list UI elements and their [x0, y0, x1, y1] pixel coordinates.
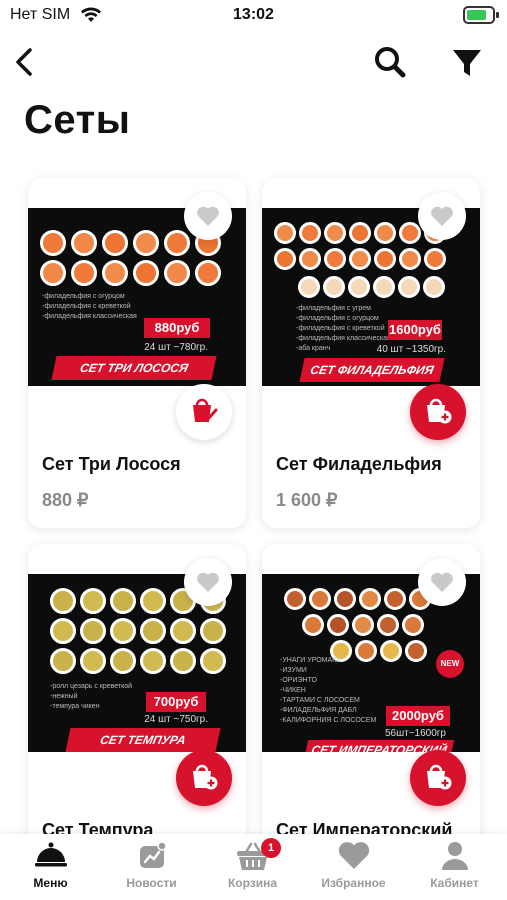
battery-level	[467, 10, 487, 20]
image-quantity-label: 24 шт ~750гр.	[144, 714, 208, 725]
new-badge: NEW	[436, 650, 464, 678]
product-description-line: -филадельфия с креветкой	[296, 325, 385, 332]
tab-cart[interactable]: 1 Корзина	[202, 838, 303, 896]
add-to-cart-icon	[427, 398, 452, 424]
tab-label: Корзина	[227, 876, 278, 890]
product-description-line: -ТАРТАМИ С ЛОСОСЕМ	[280, 697, 360, 704]
cart-added-icon	[193, 398, 218, 422]
heart-icon	[431, 572, 453, 592]
news-icon	[139, 841, 167, 868]
product-description-line: -нежный	[50, 693, 78, 700]
product-card[interactable]: -филадельфия с угрем -филадельфия с огур…	[262, 178, 480, 528]
tab-menu[interactable]: Меню	[0, 840, 101, 896]
favorite-button[interactable]	[418, 192, 466, 240]
product-description-line: -филадельфия с огурцом	[42, 293, 125, 300]
image-price-tag: 2000руб	[386, 706, 450, 726]
product-description-line: -филадельфия с креветкой	[42, 303, 131, 310]
product-card[interactable]: -филадельфия с огурцом -филадельфия с кр…	[28, 178, 246, 528]
status-time: 13:02	[233, 6, 274, 23]
sushi-photo	[284, 588, 431, 610]
cloche-icon	[34, 842, 67, 867]
product-price: 880 ₽	[42, 490, 89, 510]
product-description-line: -филадельфия классическая	[42, 313, 137, 320]
product-description-line: -темпура чикен	[50, 703, 100, 710]
image-banner: СЕТ ТЕМПУРА	[65, 728, 221, 752]
battery-icon	[463, 6, 499, 24]
image-price-tag: 880руб	[144, 318, 210, 338]
heart-icon	[197, 206, 219, 226]
tab-label: Новости	[126, 876, 177, 890]
tab-label: Кабинет	[430, 876, 479, 890]
product-name: Сет Темпура	[42, 820, 154, 834]
product-description-line: -ролл цезарь с креветкой	[50, 683, 133, 690]
product-card[interactable]: -ролл цезарь с креветкой -нежный -темпур…	[28, 544, 246, 834]
top-nav-bar	[0, 34, 507, 94]
image-price-tag: 700руб	[146, 692, 206, 712]
product-description-line: -ИЗУМИ	[280, 667, 307, 674]
cart-count-badge: 1	[261, 838, 281, 858]
favorite-button[interactable]	[418, 558, 466, 606]
product-description-line: -УНАГИ УРОМАКИ	[280, 657, 342, 664]
catalog-page: Сеты -филадельфия с огурцом -филадельфия…	[0, 94, 507, 834]
tab-profile[interactable]: Кабинет	[404, 840, 505, 896]
add-to-cart-icon	[193, 764, 218, 790]
product-name: Сет Три Лосося	[42, 454, 181, 474]
product-description-line: -ОРИЭНТО	[280, 677, 317, 684]
product-description-line: -ФИЛАДЕЛЬФИЯ ДАБЛ	[280, 707, 357, 714]
status-bar: Нет SIM 13:02	[0, 0, 507, 34]
add-to-cart-icon	[427, 764, 452, 790]
product-description-line: -КАЛИФОРНИЯ С ЛОСОСЕМ	[280, 717, 377, 724]
back-arrow-icon[interactable]	[8, 40, 44, 84]
favorite-button[interactable]	[184, 558, 232, 606]
heart-icon	[197, 572, 219, 592]
page-title: Сеты	[24, 98, 131, 142]
image-price-tag: 1600руб	[388, 320, 442, 340]
product-price: 1 600 ₽	[276, 490, 338, 510]
product-name: Сет Императорский	[276, 820, 453, 834]
bottom-tab-bar: Меню Новости 1 Корзина Избранное Кабинет	[0, 834, 507, 900]
tab-news[interactable]: Новости	[101, 840, 202, 896]
product-description-line: -ЧИКЕН	[280, 687, 306, 694]
add-to-cart-button[interactable]	[410, 384, 466, 440]
image-quantity-label: 24 шт ~780гр.	[144, 342, 208, 353]
add-to-cart-button[interactable]	[410, 750, 466, 806]
product-description-line: -филадельфия с огурцом	[296, 315, 379, 322]
in-cart-button[interactable]	[176, 384, 232, 440]
image-banner: СЕТ ТРИ ЛОСОСЯ	[51, 356, 217, 380]
image-quantity-label: 40 шт ~1350гр.	[376, 344, 446, 355]
heart-icon	[431, 206, 453, 226]
product-description-line: -филадельфия с угрем	[296, 305, 371, 312]
add-to-cart-button[interactable]	[176, 750, 232, 806]
search-icon[interactable]	[370, 40, 410, 84]
image-quantity-label: 56шт~1600гр	[384, 728, 446, 739]
image-banner: СЕТ ФИЛАДЕЛЬФИЯ	[299, 358, 445, 382]
favorite-button[interactable]	[184, 192, 232, 240]
product-name: Сет Филадельфия	[276, 454, 442, 474]
filter-icon[interactable]	[447, 40, 487, 84]
heart-icon	[338, 842, 369, 869]
tab-label: Избранное	[321, 876, 386, 890]
product-card[interactable]: NEW -УНАГИ УРОМАКИ -ИЗУМИ -ОРИЭНТО -ЧИКЕ…	[262, 544, 480, 834]
tab-label: Меню	[33, 876, 68, 890]
product-description-line: -филадельфия классическая	[296, 335, 391, 342]
tab-favorites[interactable]: Избранное	[303, 840, 404, 896]
user-icon	[441, 842, 468, 870]
